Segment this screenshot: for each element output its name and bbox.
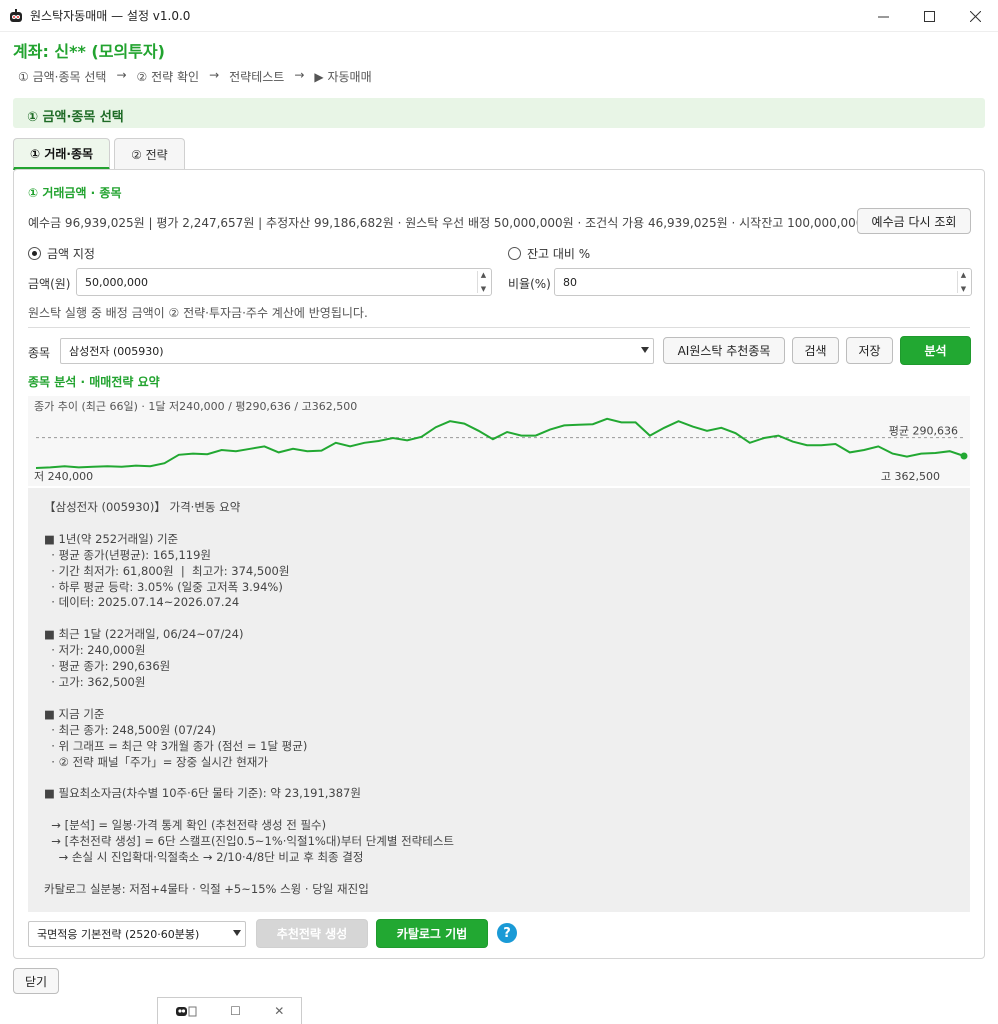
window-titlebar: 원스탁자동매매 — 설정 v1.0.0 [0, 0, 998, 32]
close-icon [969, 10, 981, 22]
ratio-input[interactable]: 80 ▲ ▼ [554, 268, 972, 296]
minimized-window-thumbnail[interactable]: ☐ ✕ [157, 997, 302, 1024]
maximize-icon [923, 10, 935, 22]
close-icon[interactable]: ✕ [274, 1004, 284, 1018]
analysis-title: 종목 분석 · 매매전략 요약 [28, 375, 160, 389]
step-3: 전략테스트 [229, 70, 285, 84]
catalog-button[interactable]: 카탈로그 기법 [376, 919, 488, 948]
step-2: ② 전략 확인 [136, 70, 200, 84]
divider [28, 327, 970, 328]
radio-unchecked-icon [508, 247, 521, 260]
close-window-button[interactable] [952, 0, 998, 32]
stock-selected: 삼성전자 (005930) [69, 345, 164, 358]
chevron-down-icon [233, 930, 241, 936]
robot-app-icon [175, 1006, 197, 1017]
save-button[interactable]: 저장 [846, 337, 893, 364]
tab-trade-stock[interactable]: ① 거래·종목 [13, 138, 111, 170]
chart-caption: 종가 추이 (최근 66일) · 1달 저240,000 / 평290,636 … [34, 399, 357, 413]
refresh-deposit-button[interactable]: 예수금 다시 조회 [857, 208, 971, 234]
amount-section-title: ① 거래금액 · 종목 [28, 186, 122, 200]
spin-arrows-icon[interactable]: ▲ ▼ [957, 271, 969, 293]
price-chart-svg: 종가 추이 (최근 66일) · 1달 저240,000 / 평290,636 … [34, 399, 968, 483]
step-1: ① 금액·종목 선택 [18, 70, 107, 84]
spin-arrows-icon[interactable]: ▲ ▼ [477, 271, 489, 293]
step-4: ▶ 자동매매 [314, 70, 372, 84]
search-button[interactable]: 검색 [792, 337, 839, 364]
analyze-button[interactable]: 분석 [900, 336, 971, 365]
tab-bar: ① 거래·종목 ② 전략 [13, 138, 189, 170]
step-arrow: → [116, 68, 127, 82]
last-price-point [960, 452, 968, 460]
maximize-icon[interactable]: ☐ [230, 1004, 241, 1018]
radio-ratio[interactable]: 잔고 대비 % [508, 245, 590, 262]
close-button[interactable]: 닫기 [13, 968, 59, 994]
section-title: ① 금액·종목 선택 [13, 98, 985, 128]
high-label: 고 362,500 [881, 470, 940, 483]
step-arrow: → [294, 68, 305, 82]
strategy-selected: 국면적응 기본전략 (2520·60분봉) [37, 928, 200, 941]
price-chart: 종가 추이 (최근 66일) · 1달 저240,000 / 평290,636 … [28, 396, 970, 486]
avg-label: 평균 290,636 [889, 425, 958, 438]
radio-amount[interactable]: 금액 지정 [28, 245, 95, 262]
ai-recommend-button[interactable]: AI원스탁 추천종목 [663, 337, 785, 364]
radio-ratio-label: 잔고 대비 % [527, 247, 591, 261]
generate-strategy-button[interactable]: 추천전략 생성 [256, 919, 368, 948]
minimize-icon [877, 16, 889, 17]
tab-strategy[interactable]: ② 전략 [114, 138, 185, 170]
amount-label: 금액(원) [28, 277, 71, 291]
wizard-steps: ① 금액·종목 선택 → ② 전략 확인 → 전략테스트 → ▶ 자동매매 [18, 68, 372, 85]
low-label: 저 240,000 [34, 470, 93, 483]
amount-value: 50,000,000 [85, 275, 148, 289]
radio-amount-label: 금액 지정 [47, 247, 95, 261]
stock-label: 종목 [28, 346, 51, 360]
help-icon[interactable]: ? [497, 923, 517, 943]
account-label: 계좌: 신** (모의투자) [13, 42, 165, 61]
minimize-button[interactable] [860, 0, 906, 32]
robot-app-icon [10, 8, 22, 22]
strategy-select[interactable]: 국면적응 기본전략 (2520·60분봉) [28, 921, 246, 947]
window-title: 원스탁자동매매 — 설정 v1.0.0 [30, 9, 191, 23]
allocation-note: 원스탁 실행 중 배정 금액이 ② 전략·투자금·주수 계산에 반영됩니다. [28, 306, 368, 320]
analysis-summary: 【삼성전자 (005930)】 가격·변동 요약 ■ 1년(약 252거래일) … [28, 488, 970, 912]
price-series-line [35, 417, 965, 469]
trade-stock-panel: ① 거래금액 · 종목 예수금 96,939,025원 | 평가 2,247,6… [13, 169, 985, 959]
ratio-label: 비율(%) [508, 277, 551, 291]
ratio-value: 80 [563, 275, 577, 289]
step-arrow: → [209, 68, 220, 82]
balance-info: 예수금 96,939,025원 | 평가 2,247,657원 | 추정자산 9… [28, 216, 875, 230]
maximize-button[interactable] [906, 0, 952, 32]
amount-input[interactable]: 50,000,000 ▲ ▼ [76, 268, 492, 296]
chevron-down-icon [641, 347, 649, 353]
stock-select[interactable]: 삼성전자 (005930) [60, 338, 654, 364]
radio-checked-icon [28, 247, 41, 260]
